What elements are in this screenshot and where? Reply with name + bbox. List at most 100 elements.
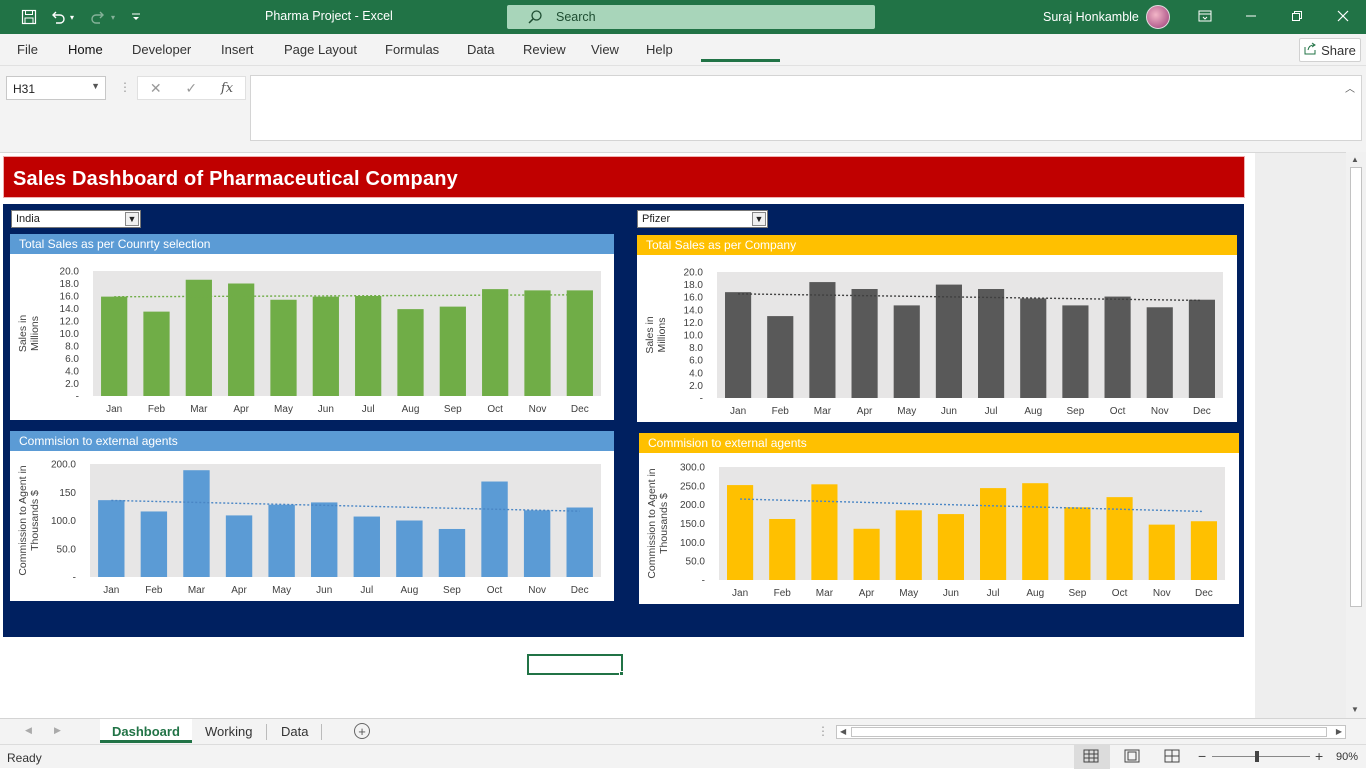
bar xyxy=(566,290,593,396)
avatar[interactable] xyxy=(1146,5,1170,29)
normal-view-icon[interactable] xyxy=(1083,749,1101,765)
page-layout-view-icon[interactable] xyxy=(1124,749,1142,765)
scroll-right-icon[interactable]: ▶ xyxy=(1336,727,1342,736)
bar xyxy=(353,516,380,577)
formula-input[interactable]: ︿ xyxy=(250,75,1362,141)
x-tick-label: Apr xyxy=(233,404,249,415)
bar xyxy=(225,515,253,577)
search-box[interactable]: Search xyxy=(507,5,875,29)
scroll-left-icon[interactable]: ◀ xyxy=(840,727,846,736)
x-tick-label: Oct xyxy=(487,404,503,415)
tab-formulas[interactable]: Formulas xyxy=(385,42,439,57)
share-button[interactable]: Share xyxy=(1299,38,1361,62)
fill-handle[interactable] xyxy=(619,671,624,676)
worksheet[interactable]: Sales Dashboard of Pharmaceutical Compan… xyxy=(0,152,1346,719)
cancel-entry-icon[interactable]: ✕ xyxy=(150,80,162,97)
tab-view[interactable]: View xyxy=(591,42,619,57)
bar xyxy=(980,488,1007,580)
redo-icon[interactable] xyxy=(89,8,107,26)
undo-dropdown-icon[interactable]: ▾ xyxy=(67,8,77,26)
zoom-out-icon[interactable]: − xyxy=(1198,748,1206,764)
x-tick-label: Jul xyxy=(985,406,998,417)
y-axis-title: Commission to Agent in xyxy=(646,468,658,578)
insert-function-icon[interactable]: fx xyxy=(221,81,233,96)
horizontal-scroll-thumb[interactable] xyxy=(851,727,1327,737)
y-tick-label: 8.0 xyxy=(65,342,79,353)
chevron-down-icon[interactable]: ▼ xyxy=(752,212,766,226)
tab-review[interactable]: Review xyxy=(523,42,566,57)
tab-file[interactable]: File xyxy=(17,42,38,57)
company-sales-panel[interactable]: Total Sales as per Company 20.0 18.0 16.0 1… xyxy=(637,235,1237,422)
zoom-level[interactable]: 90% xyxy=(1336,751,1358,763)
country-commission-panel[interactable]: Commision to external agents 200.0 150 100… xyxy=(10,431,614,601)
prev-sheet-icon[interactable]: ◀ xyxy=(25,725,32,736)
status-text: Ready xyxy=(7,751,42,765)
name-box[interactable]: H31 ▼ xyxy=(6,76,106,100)
user-name[interactable]: Suraj Honkamble xyxy=(1043,10,1139,24)
company-commission-panel[interactable]: Commision to external agents 300.0 250.0 2… xyxy=(639,433,1239,604)
add-sheet-icon[interactable]: + xyxy=(354,723,370,739)
save-icon[interactable] xyxy=(20,8,38,26)
bar xyxy=(853,528,880,580)
next-sheet-icon[interactable]: ▶ xyxy=(54,725,61,736)
ribbon-display-options-icon[interactable] xyxy=(1197,8,1213,24)
name-box-dropdown-icon[interactable]: ▼ xyxy=(91,81,100,91)
collapse-formula-bar-icon[interactable]: ︿ xyxy=(1345,80,1355,95)
restore-icon[interactable] xyxy=(1289,8,1305,24)
chevron-down-icon[interactable]: ▼ xyxy=(125,212,139,226)
y-tick-label: 14.0 xyxy=(684,305,704,316)
formula-area: H31 ▼ ⋮ ✕ ✓ fx ︿ xyxy=(0,66,1366,152)
x-tick-label: Jan xyxy=(730,406,746,417)
company-dropdown[interactable]: Pfizer ▼ xyxy=(637,210,768,228)
scroll-up-icon[interactable]: ▲ xyxy=(1351,155,1359,164)
bar xyxy=(937,514,964,580)
ribbon-tabs: File Home Developer Insert Page Layout F… xyxy=(0,34,1366,66)
x-tick-label: Mar xyxy=(188,585,206,596)
close-icon[interactable] xyxy=(1335,8,1351,24)
vertical-scroll-thumb[interactable] xyxy=(1350,167,1362,607)
horizontal-scrollbar[interactable]: ◀ ▶ xyxy=(836,725,1346,739)
sheet-tab-data[interactable]: Data xyxy=(269,719,320,743)
undo-icon[interactable] xyxy=(49,8,67,26)
zoom-in-icon[interactable]: + xyxy=(1315,748,1323,764)
x-tick-label: Feb xyxy=(772,406,790,417)
sheet-tab-working[interactable]: Working xyxy=(193,719,264,743)
confirm-entry-icon[interactable]: ✓ xyxy=(185,80,197,97)
x-tick-label: Jun xyxy=(941,406,957,417)
x-tick-label: Nov xyxy=(529,404,547,415)
sheet-margin xyxy=(1255,153,1346,719)
scroll-down-icon[interactable]: ▼ xyxy=(1351,705,1359,714)
x-tick-label: May xyxy=(899,588,918,599)
y-tick-label: 12.0 xyxy=(60,317,80,328)
tab-help[interactable]: Help xyxy=(646,42,673,57)
page-break-preview-icon[interactable] xyxy=(1164,749,1182,765)
tab-home[interactable]: Home xyxy=(68,42,103,57)
vertical-scrollbar[interactable]: ▲ ▼ xyxy=(1346,152,1366,718)
y-tick-label: 50.0 xyxy=(686,557,706,568)
y-tick-label: 4.0 xyxy=(689,368,703,379)
country-sales-chart: 20.018.0 16.014.0 12.010.0 8.06.0 4.02.0 - Sal… xyxy=(17,267,601,415)
zoom-slider[interactable] xyxy=(1212,756,1310,757)
minimize-icon[interactable] xyxy=(1243,8,1259,24)
bar xyxy=(767,316,794,398)
country-sales-panel[interactable]: Total Sales as per Counrty selection 20.… xyxy=(10,234,614,420)
x-tick-label: Aug xyxy=(400,585,418,596)
formula-bar-grip-icon: ⋮ xyxy=(119,80,131,94)
country-dropdown[interactable]: India ▼ xyxy=(11,210,141,228)
x-tick-label: Jul xyxy=(362,404,375,415)
y-tick-label: 50.0 xyxy=(57,544,77,555)
bar xyxy=(101,296,128,396)
name-box-value: H31 xyxy=(13,82,36,96)
tab-page-layout[interactable]: Page Layout xyxy=(284,42,357,57)
tab-insert[interactable]: Insert xyxy=(221,42,254,57)
share-label: Share xyxy=(1321,42,1356,58)
tab-data[interactable]: Data xyxy=(467,42,494,57)
company-commission-chart: 300.0 250.0 200.0 150.0 100.0 50.0 - Commission… xyxy=(646,463,1225,599)
customize-toolbar-icon[interactable] xyxy=(127,8,145,26)
redo-dropdown-icon[interactable]: ▾ xyxy=(108,8,118,26)
tab-developer[interactable]: Developer xyxy=(132,42,191,57)
zoom-slider-thumb[interactable] xyxy=(1255,751,1259,762)
tab-split-grip-icon[interactable]: ⋮ xyxy=(817,724,829,738)
selected-cell[interactable] xyxy=(527,654,623,675)
sheet-tab-dashboard[interactable]: Dashboard xyxy=(100,719,192,743)
